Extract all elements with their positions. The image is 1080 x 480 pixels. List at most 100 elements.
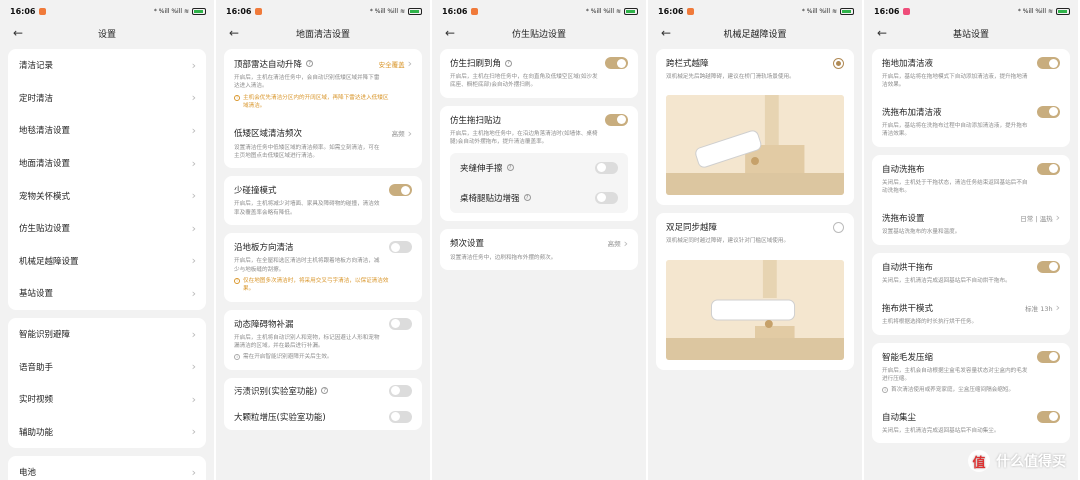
settings-item-obstacle-avoidance[interactable]: 智能识别避障 › <box>8 318 206 351</box>
help-icon[interactable]: ? <box>506 164 514 172</box>
top-bar: ← 仿生贴边设置 <box>432 22 646 44</box>
hair-info: i 首次清洁使用或养宠家庭，尘盒压缩间隔会缩短。 <box>882 386 1060 394</box>
hair-compress-toggle[interactable] <box>1037 350 1060 363</box>
settings-item-pet-care[interactable]: 宠物关怀模式 › <box>8 179 206 212</box>
screen-settings: 16:06 * %ill %ill ≋ ← 设置 清洁记录 › 定时清洁 › 地毯清… <box>0 0 214 480</box>
info-icon: i <box>234 354 240 361</box>
battery-icon <box>408 7 422 15</box>
page-title: 基站设置 <box>952 29 989 40</box>
back-arrow-icon[interactable]: ← <box>226 25 242 41</box>
mop-detergent-toggle[interactable] <box>1037 57 1060 69</box>
chair-leg-toggle[interactable] <box>595 191 618 204</box>
warning-icon: ! <box>234 94 240 101</box>
settings-item-bionic-edge[interactable]: 仿生贴边设置 › <box>8 212 206 245</box>
option-hurdle-card[interactable]: 跨栏式越障 双机械足先后跨越障碍，建议在桥门滑轨场景使用。 <box>656 49 854 206</box>
chevron-right-icon: › <box>191 392 196 406</box>
collision-toggle[interactable] <box>389 184 412 197</box>
base-card-4: 智能毛发压缩 开启后，主机会自动根据尘盒毛发容量状态对尘盒内的毛发进行压缩。 i… <box>872 342 1070 444</box>
settings-group-3: 电池 › <box>8 456 206 480</box>
screen-base-station: 16:06 * %ill %ill ≋ ← 基站设置 拖地加清洁液 开启后，基站… <box>864 0 1078 480</box>
hurdle-radio[interactable] <box>833 57 844 69</box>
status-bar: 16:06 * %ill %ill ≋ <box>432 0 646 22</box>
edge-card: 沿地板方向清洁 开启后，在全屋和选区清洁时主机将跟着地板方向清洁，减少与地板缝的… <box>224 233 422 302</box>
page-title: 设置 <box>97 29 116 40</box>
top-bar: ← 机械足越障设置 <box>648 22 862 44</box>
help-icon[interactable]: ? <box>321 387 329 395</box>
dry-mode-value: 标准 13h › <box>1025 301 1060 315</box>
chevron-right-icon: › <box>407 126 412 140</box>
status-bar: 16:06 * %ill %ill ≋ <box>0 0 214 22</box>
settings-item-voice-assistant[interactable]: 语音助手 › <box>8 350 206 383</box>
dry-mode-row[interactable]: 拖布烘干模式 标准 13h › 主机将根据选择的时长执行烘干任务。 <box>872 293 1070 334</box>
help-icon[interactable]: ? <box>523 194 531 202</box>
settings-item-accessibility[interactable]: 辅助功能 › <box>8 416 206 449</box>
app-notification-icon <box>903 7 911 15</box>
chevron-right-icon: › <box>191 254 196 268</box>
auto-dry-toggle[interactable] <box>1037 260 1060 273</box>
low-area-row[interactable]: 低矮区域清洁频次 高频 › 设置清洁任务中低矮区域的清洁频率。如需立刻清洁，可在主页… <box>224 119 422 169</box>
mop-edge-toggle[interactable] <box>605 113 628 126</box>
app-notification-icon <box>471 7 479 15</box>
mop-edge-card: 仿生拖扫贴边 开启后，主机拖地任务中，在沿边角落清洁时(如墙体、桌椅腿)会自动外… <box>440 105 638 221</box>
info-icon: i <box>882 387 888 394</box>
settings-item-floor[interactable]: 地面清洁设置 › <box>8 147 206 180</box>
app-notification-icon <box>255 7 263 15</box>
app-notification-icon <box>687 7 695 15</box>
screen-bionic-edge: 16:06 * %ill %ill ≋ ← 仿生贴边设置 仿生扫刷到角? 开启后… <box>432 0 646 480</box>
dynamic-obstacle-toggle[interactable] <box>389 317 412 330</box>
back-arrow-icon[interactable]: ← <box>442 25 458 41</box>
auto-empty-toggle[interactable] <box>1037 410 1060 423</box>
corner-card: 仿生扫刷到角? 开启后，主机在扫地任务中，在向直角及低矮空区域(如沙发底座、橱柜… <box>440 49 638 98</box>
mop-sub-options: 夹缝伸手擦? 桌椅腿贴边增强? <box>450 152 628 213</box>
chevron-right-icon: › <box>191 327 196 341</box>
sync-radio[interactable] <box>833 221 844 233</box>
freq-row[interactable]: 频次设置 高频 › 设置清洁任务中，边刷和拖布外摆的频次。 <box>440 229 638 270</box>
gap-wipe-toggle[interactable] <box>595 161 618 174</box>
status-bar: 16:06 * %ill %ill ≋ <box>216 0 430 22</box>
settings-group-2: 智能识别避障 › 语音助手 › 实时视频 › 辅助功能 › <box>8 317 206 449</box>
radar-value: 安全覆盖 › <box>378 57 412 70</box>
chevron-right-icon: › <box>1055 301 1060 315</box>
page-title: 机械足越障设置 <box>723 29 787 40</box>
base-card-1: 拖地加清洁液 开启后，基站将在拖地模式下自动添加清洁液，提升拖地清洁效果。 洗拖… <box>872 49 1070 147</box>
watermark-logo: 值 什么值得买 <box>968 450 1066 472</box>
top-bar: ← 设置 <box>0 22 214 44</box>
back-arrow-icon[interactable]: ← <box>874 25 890 41</box>
settings-item-base-station[interactable]: 基站设置 › <box>8 277 206 310</box>
stain-toggle[interactable] <box>389 384 412 397</box>
settings-item-live-video[interactable]: 实时视频 › <box>8 383 206 416</box>
option-sync-card[interactable]: 双足同步越障 双机械足同时越过障碍，建议针对门槛区域使用。 <box>656 213 854 370</box>
settings-item-cleaning-records[interactable]: 清洁记录 › <box>8 49 206 82</box>
chevron-right-icon: › <box>191 58 196 72</box>
floor-direction-toggle[interactable] <box>389 241 412 254</box>
chevron-right-icon: › <box>191 91 196 105</box>
auto-wash-toggle[interactable] <box>1037 162 1060 175</box>
screens: 16:06 * %ill %ill ≋ ← 设置 清洁记录 › 定时清洁 › 地毯清… <box>0 0 1080 480</box>
radar-row[interactable]: 顶部雷达自动升降? 安全覆盖 › 开启后，主机在清洁任务中，会自动识别低矮区域并降下… <box>224 49 422 119</box>
settings-item-scheduled-cleaning[interactable]: 定时清洁 › <box>8 82 206 115</box>
back-arrow-icon[interactable]: ← <box>658 25 674 41</box>
chevron-right-icon: › <box>191 189 196 203</box>
battery-icon <box>840 7 854 15</box>
chevron-right-icon: › <box>407 57 412 70</box>
chevron-right-icon: › <box>191 286 196 300</box>
page-title: 地面清洁设置 <box>295 29 350 40</box>
help-icon[interactable]: ? <box>306 60 314 67</box>
watermark-badge: 值 <box>968 450 990 472</box>
settings-item-carpet[interactable]: 地毯清洁设置 › <box>8 114 206 147</box>
wash-detergent-toggle[interactable] <box>1037 105 1060 118</box>
wash-settings-value: 日常 | 温热 › <box>1020 211 1060 225</box>
screen-mechanical-leg: 16:06 * %ill %ill ≋ ← 机械足越障设置 跨栏式越障 双机械足… <box>648 0 862 480</box>
brush-corner-toggle[interactable] <box>605 57 628 69</box>
radar-warning: ! 主机会优先清洁分区内的开阔区域，再降下雷达进入低矮区域清洁。 <box>234 94 412 111</box>
particle-toggle[interactable] <box>389 410 412 423</box>
help-icon[interactable]: ? <box>505 59 513 67</box>
status-icons: * %ill %ill ≋ <box>153 7 189 15</box>
dynamic-card: 动态障碍物补漏 开启后，主机将自动识别人和宠物，标记因避让人形和宠物漏清洁的区域… <box>224 309 422 370</box>
page-title: 仿生贴边设置 <box>511 29 566 40</box>
wash-settings-row[interactable]: 洗拖布设置 日常 | 温热 › 设置基站洗拖布的水量和温度。 <box>872 203 1070 244</box>
back-arrow-icon[interactable]: ← <box>10 25 26 41</box>
settings-item-battery[interactable]: 电池 › <box>8 456 206 480</box>
freq-card: 频次设置 高频 › 设置清洁任务中，边刷和拖布外摆的频次。 <box>440 228 638 270</box>
settings-item-mechanical-leg[interactable]: 机械足越障设置 › <box>8 245 206 278</box>
